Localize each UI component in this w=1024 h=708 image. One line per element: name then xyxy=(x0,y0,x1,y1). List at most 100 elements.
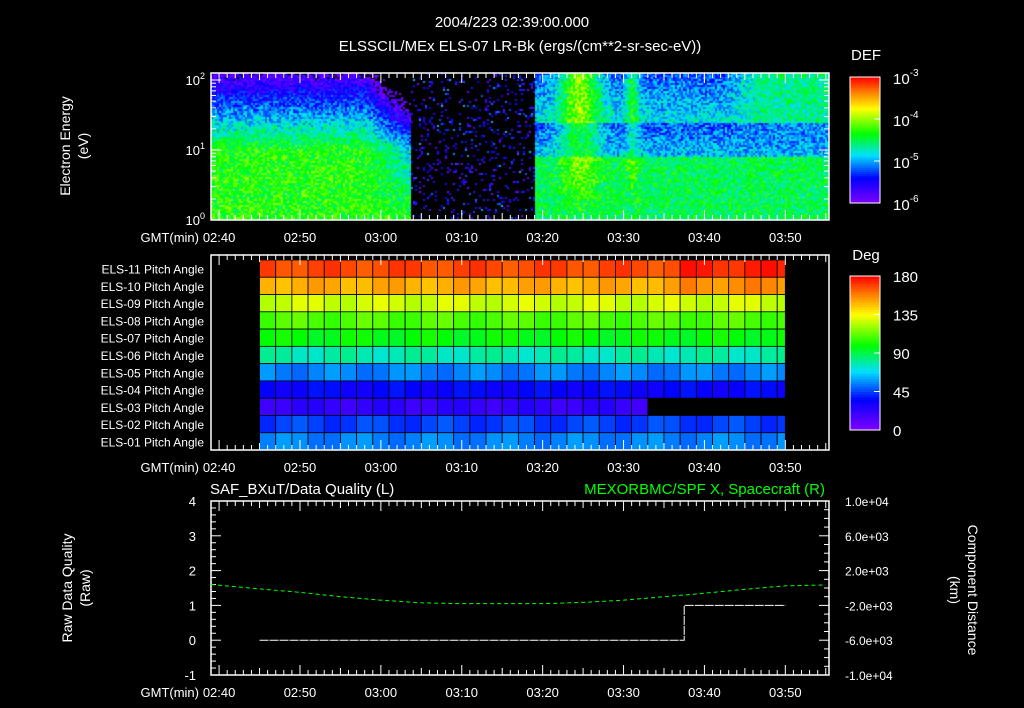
pitch-angle-cell xyxy=(388,345,406,365)
pitch-angle-cell xyxy=(340,363,358,382)
pitch-angle-cell xyxy=(469,328,487,347)
time-tick-label: 03:50 xyxy=(769,230,802,245)
pitch-angle-cell xyxy=(744,363,762,382)
pitch-angle-cell xyxy=(485,294,503,313)
pitch-angle-row-label: ELS-08 Pitch Angle xyxy=(101,314,205,328)
pitch-angle-cell xyxy=(372,311,390,330)
pitch-angle-cell xyxy=(647,328,665,347)
pitch-angle-cell xyxy=(501,397,519,416)
left-tick-label: 2 xyxy=(189,564,196,579)
def-colorbar-label: DEF xyxy=(851,47,881,64)
time-tick-label: 03:00 xyxy=(365,685,398,700)
pitch-angle-cell xyxy=(453,328,471,347)
pitch-angle-cell xyxy=(679,294,697,313)
pitch-angle-cell xyxy=(663,276,681,295)
pitch-angle-cell xyxy=(259,259,277,278)
pitch-angle-cell xyxy=(582,328,600,347)
pitch-angle-cell xyxy=(259,311,277,330)
pitch-angle-cell xyxy=(372,415,390,434)
pitch-angle-cell xyxy=(744,311,762,330)
pitch-angle-cell xyxy=(323,380,341,399)
pitch-angle-cell xyxy=(437,380,455,399)
pitch-angle-cell xyxy=(291,294,309,313)
pitch-angle-cell xyxy=(776,380,786,399)
pitch-angle-cell xyxy=(744,380,762,399)
right-tick-label: -6.0e+03 xyxy=(845,634,893,648)
distance-axis-label: Component Distance xyxy=(965,525,981,656)
pitch-angle-cell xyxy=(307,276,325,295)
pitch-angle-cell xyxy=(663,363,681,382)
pitch-angle-cell xyxy=(744,276,762,295)
pitch-angle-cell xyxy=(550,276,568,295)
pitch-angle-cell xyxy=(550,259,568,278)
pitch-angle-cell xyxy=(437,259,455,278)
pitch-angle-cell xyxy=(550,328,568,347)
pitch-angle-cell xyxy=(760,276,778,295)
pitch-angle-cell xyxy=(420,345,438,365)
pitch-angle-cell xyxy=(534,415,552,434)
pitch-angle-cell xyxy=(517,345,535,365)
time-axis-label: GMT(min) xyxy=(141,685,200,700)
pitch-angle-cell xyxy=(647,415,665,434)
time-tick-label: 03:00 xyxy=(365,230,398,245)
pitch-angle-cell xyxy=(323,345,341,365)
pitch-angle-cell xyxy=(307,311,325,330)
pitch-angle-cell xyxy=(534,294,552,313)
pitch-angle-cell xyxy=(598,363,616,382)
left-tick-label: 0 xyxy=(189,633,196,648)
pitch-angle-cell xyxy=(631,294,649,313)
pitch-angle-cell xyxy=(728,311,746,330)
pitch-angle-cell xyxy=(663,259,681,278)
pitch-angle-cell xyxy=(566,294,584,313)
pitch-angle-cell xyxy=(437,311,455,330)
pitch-angle-cell xyxy=(356,380,374,399)
pitch-angle-cell xyxy=(259,294,277,313)
pitch-angle-cell xyxy=(437,415,455,434)
pitch-angle-row-label: ELS-06 Pitch Angle xyxy=(101,349,205,363)
pitch-angle-cell xyxy=(420,259,438,278)
left-tick-label: 3 xyxy=(189,529,196,544)
pitch-angle-cell xyxy=(501,380,519,399)
deg-colorbar-tick-label: 90 xyxy=(893,346,910,363)
pitch-angle-cell xyxy=(679,380,697,399)
pitch-angle-cell xyxy=(453,294,471,313)
pitch-angle-cell xyxy=(760,259,778,278)
pitch-angle-cell xyxy=(420,311,438,330)
time-tick-label: 03:30 xyxy=(607,460,640,475)
pitch-angle-cell xyxy=(615,294,633,313)
pitch-angle-row-label: ELS-01 Pitch Angle xyxy=(101,435,205,449)
pitch-angle-cell xyxy=(517,415,535,434)
left-tick-label: -1 xyxy=(184,668,196,683)
energy-tick-label: 100 xyxy=(186,211,205,228)
pitch-angle-cell xyxy=(598,397,616,416)
pitch-angle-cell xyxy=(356,397,374,416)
deg-colorbar-tick-label: 180 xyxy=(893,269,918,286)
right-tick-label: 6.0e+03 xyxy=(845,530,889,544)
pitch-angle-cell xyxy=(291,415,309,434)
pitch-angle-cell xyxy=(485,397,503,416)
right-tick-label: -2.0e+03 xyxy=(845,599,893,613)
pitch-angle-cell xyxy=(420,380,438,399)
pitch-angle-cell xyxy=(695,294,713,313)
pitch-angle-cell xyxy=(566,345,584,365)
pitch-angle-cell xyxy=(437,397,455,416)
pitch-angle-cell xyxy=(323,311,341,330)
pitch-angle-cell xyxy=(534,276,552,295)
pitch-angle-cell xyxy=(372,328,390,347)
time-tick-label: 03:10 xyxy=(445,230,478,245)
pitch-angle-cell xyxy=(372,345,390,365)
pitch-angle-cell xyxy=(323,415,341,434)
pitch-angle-cell xyxy=(275,380,293,399)
pitch-angle-cell xyxy=(679,363,697,382)
pitch-angle-cell xyxy=(291,397,309,416)
pitch-angle-cell xyxy=(485,415,503,434)
pitch-angle-cell xyxy=(534,363,552,382)
pitch-angle-cell xyxy=(501,311,519,330)
pitch-angle-cell xyxy=(323,259,341,278)
pitch-angle-cell xyxy=(550,311,568,330)
time-tick-label: 03:30 xyxy=(607,685,640,700)
def-colorbar-tick-label: 10-6 xyxy=(893,194,919,214)
pitch-angle-cell xyxy=(356,345,374,365)
pitch-angle-cell xyxy=(259,328,277,347)
time-tick-label: 03:20 xyxy=(526,230,559,245)
